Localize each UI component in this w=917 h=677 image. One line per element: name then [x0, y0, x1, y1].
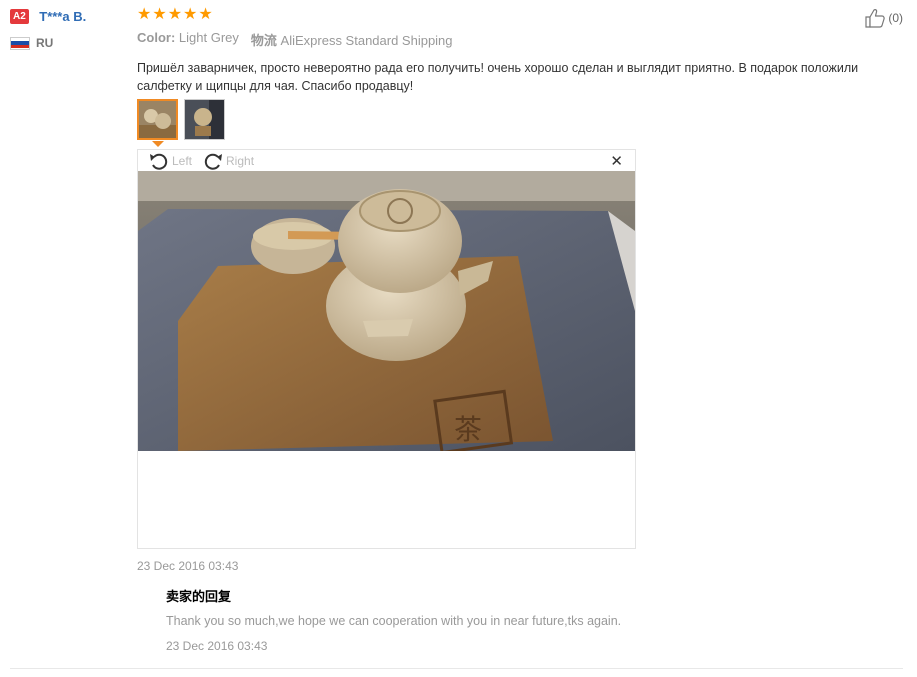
helpful-button[interactable]: (0) [864, 8, 903, 28]
star-icon: ★ [137, 6, 152, 23]
seller-reply-text: Thank you so much,we hope we can coopera… [166, 614, 622, 628]
rotate-right-label: Right [226, 153, 255, 168]
review-date: 23 Dec 2016 03:43 [137, 559, 239, 573]
photo-viewer-toolbar: Left Right ✕ [138, 150, 635, 171]
seller-reply-title: 卖家的回复 [166, 589, 232, 604]
star-icon: ★ [183, 6, 198, 23]
photo-thumbnail-1[interactable] [137, 99, 178, 140]
photo-thumbnail-2[interactable] [184, 99, 225, 140]
thumbs-up-icon [865, 9, 886, 28]
teapot-photo-image: 茶 [138, 171, 635, 451]
buyer-level-badge: A2 [10, 9, 29, 25]
star-icon: ★ [152, 6, 167, 23]
order-attributes: Color: Light Grey 物流 AliExpress Standard… [137, 30, 862, 49]
star-icon: ★ [167, 6, 183, 23]
country-code: RU [36, 36, 54, 50]
rotate-left-button[interactable]: Left [148, 152, 192, 170]
color-attribute: Color: Light Grey [137, 30, 239, 49]
teapot-thumbnail-image [185, 100, 224, 139]
reviewer-name[interactable]: T***a B. [39, 9, 86, 24]
helpful-count: (0) [888, 11, 903, 25]
star-icon: ★ [198, 6, 213, 23]
rotate-left-icon [150, 153, 168, 170]
seller-reply: 卖家的回复 Thank you so much,we hope we can c… [166, 586, 866, 653]
russia-flag-icon [10, 36, 30, 50]
review-photo: 茶 [138, 171, 635, 451]
reviewer-info: A2 T***a B. RU [10, 8, 130, 50]
active-thumbnail-indicator [152, 141, 164, 147]
teapot-thumbnail-image [139, 101, 176, 138]
shipping-attribute-value: AliExpress Standard Shipping [280, 33, 453, 48]
review-divider [10, 668, 903, 669]
review-body: ★ ★ ★ ★ ★ Color: Light Grey 物流 AliExpres… [137, 6, 862, 95]
rotate-right-icon [204, 153, 223, 170]
close-viewer-button[interactable]: ✕ [610, 152, 623, 170]
star-rating: ★ ★ ★ ★ ★ [137, 6, 862, 24]
shipping-attribute-label: 物流 [250, 33, 277, 48]
review-photo-thumbnails [137, 99, 225, 140]
rotate-left-label: Left [172, 153, 193, 168]
shipping-attribute: 物流 AliExpress Standard Shipping [251, 30, 453, 49]
photo-viewer: Left Right ✕ 茶 [137, 149, 636, 549]
review-text: Пришёл заварничек, просто невероятно рад… [137, 61, 859, 93]
color-attribute-label: Color: [137, 30, 176, 45]
reviewer-country: RU [10, 36, 130, 50]
rotate-right-button[interactable]: Right [202, 152, 254, 170]
color-attribute-value: Light Grey [178, 30, 239, 45]
svg-text:茶: 茶 [454, 413, 482, 446]
seller-reply-date: 23 Dec 2016 03:43 [166, 639, 268, 653]
